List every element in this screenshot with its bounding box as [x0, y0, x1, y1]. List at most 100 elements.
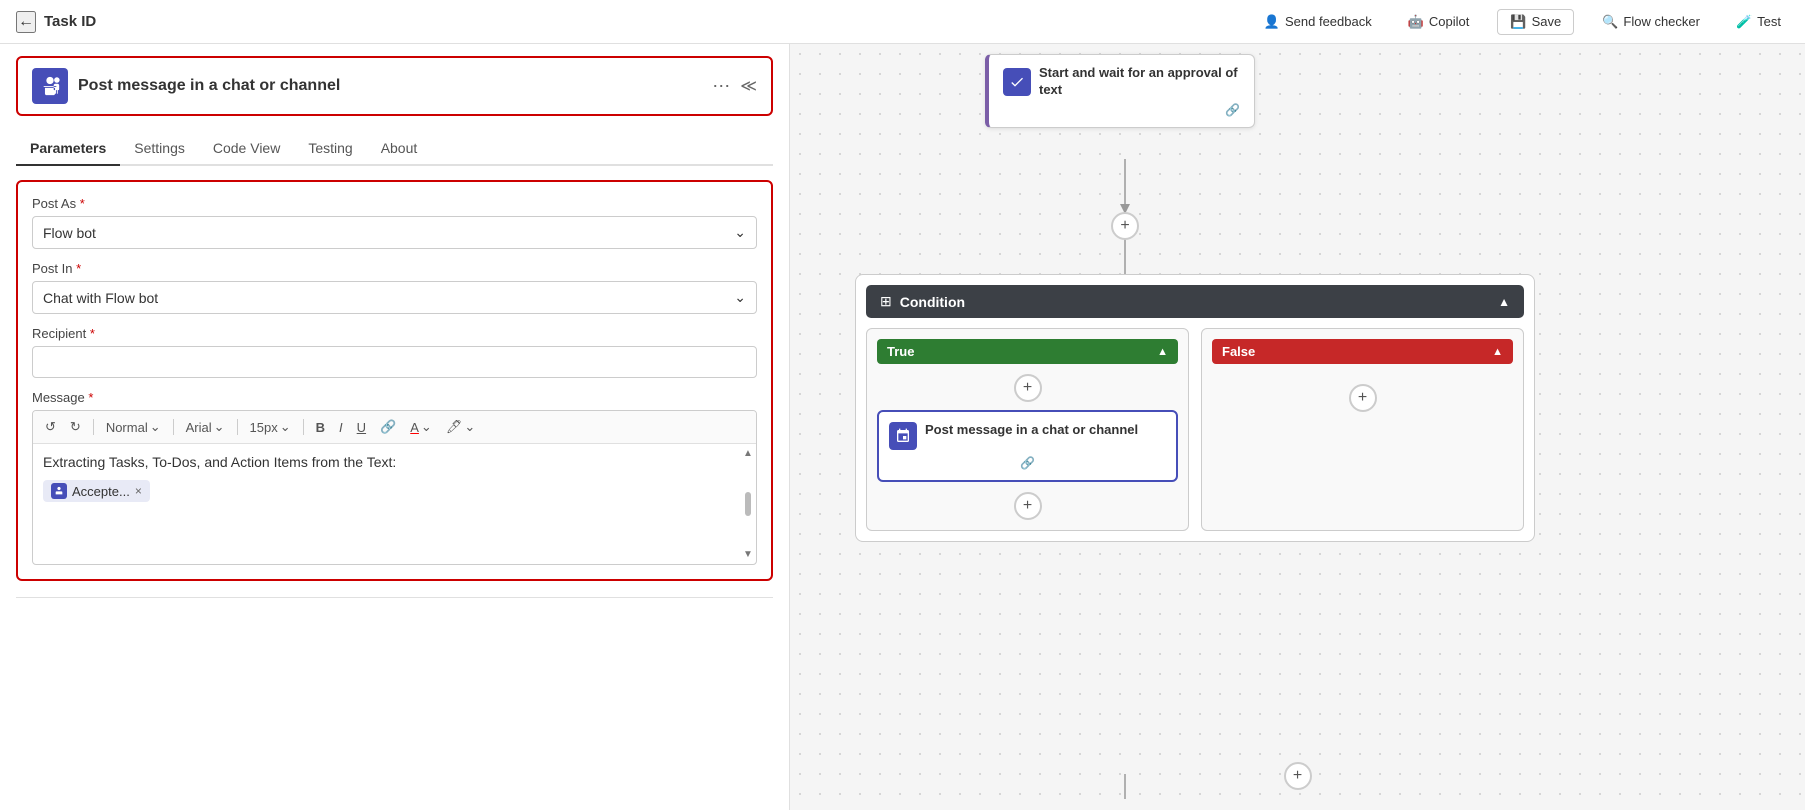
message-label: Message *	[32, 390, 757, 405]
italic-button[interactable]: I	[335, 418, 347, 437]
true-branch-add-below-wrapper: +	[877, 492, 1178, 520]
save-icon: 💾	[1510, 14, 1526, 30]
tab-codeview[interactable]: Code View	[199, 132, 294, 166]
action-header-left: Post message in a chat or channel	[32, 68, 340, 104]
top-bar: ← Task ID 👤 Send feedback 🤖 Copilot 💾 Sa…	[0, 0, 1805, 44]
scroll-down-arrow[interactable]: ▼	[743, 549, 753, 560]
tab-settings[interactable]: Settings	[120, 132, 199, 166]
test-icon: 🧪	[1736, 14, 1752, 30]
tab-testing[interactable]: Testing	[294, 132, 366, 166]
action-header: Post message in a chat or channel ⋯ ≪	[16, 56, 773, 116]
true-branch-add-wrapper: +	[877, 374, 1178, 402]
toolbar-separator-3	[237, 419, 238, 435]
condition-collapse-button[interactable]: ▲	[1498, 295, 1510, 309]
copilot-icon: 🤖	[1408, 14, 1424, 30]
recipient-label: Recipient *	[32, 326, 757, 341]
scroll-thumb	[745, 492, 751, 516]
condition-block: ⊞ Condition ▲ True ▲ +	[855, 274, 1535, 542]
post-as-select[interactable]: Flow bot ⌄	[32, 216, 757, 249]
recipient-input[interactable]	[32, 346, 757, 378]
true-branch-label: True	[887, 344, 914, 359]
approval-node-header: Start and wait for an approval of text	[1003, 65, 1240, 99]
editor-content-area[interactable]: Extracting Tasks, To-Dos, and Action Ite…	[33, 444, 756, 564]
collapse-button[interactable]: ≪	[740, 76, 757, 96]
post-in-label: Post In *	[32, 261, 757, 276]
format-normal-button[interactable]: Normal ⌄	[102, 417, 165, 437]
chevron-down-icon-5: ⌄	[280, 419, 291, 435]
post-message-node[interactable]: Post message in a chat or channel 🔗	[877, 410, 1178, 482]
test-button[interactable]: 🧪 Test	[1728, 10, 1789, 34]
more-options-button[interactable]: ⋯	[712, 76, 730, 97]
canvas-area[interactable]: Start and wait for an approval of text 🔗…	[790, 44, 1805, 810]
post-in-select[interactable]: Chat with Flow bot ⌄	[32, 281, 757, 314]
chevron-down-icon-3: ⌄	[150, 419, 161, 435]
post-message-content: Post message in a chat or channel	[889, 422, 1166, 450]
add-step-true-below-button[interactable]: +	[1014, 492, 1042, 520]
chip-teams-icon	[54, 486, 64, 496]
approval-node-title: Start and wait for an approval of text	[1039, 65, 1240, 99]
font-button[interactable]: Arial ⌄	[182, 417, 229, 437]
action-title: Post message in a chat or channel	[78, 77, 340, 95]
action-icon-box	[32, 68, 68, 104]
flow-checker-icon: 🔍	[1602, 14, 1618, 30]
bottom-divider	[16, 597, 773, 598]
tag-chip: Accepte... ×	[43, 480, 150, 502]
approval-icon	[1009, 74, 1025, 90]
false-branch-collapse[interactable]: ▲	[1492, 346, 1503, 358]
copilot-button[interactable]: 🤖 Copilot	[1400, 10, 1478, 34]
tag-chip-close-button[interactable]: ×	[135, 484, 142, 498]
link-button[interactable]: 🔗	[376, 417, 400, 437]
font-color-button[interactable]: A ⌄	[406, 417, 436, 437]
parameters-section: Post As * Flow bot ⌄ Post In * Chat with…	[16, 180, 773, 581]
back-button[interactable]: ←	[16, 11, 36, 33]
scroll-up-arrow[interactable]: ▲	[743, 448, 753, 459]
add-step-bottom-button[interactable]: +	[1284, 762, 1312, 790]
tabs: Parameters Settings Code View Testing Ab…	[16, 132, 773, 166]
left-panel: Post message in a chat or channel ⋯ ≪ Pa…	[0, 44, 790, 810]
save-button[interactable]: 💾 Save	[1497, 9, 1574, 35]
page-title: Task ID	[44, 13, 96, 30]
feedback-icon: 👤	[1264, 14, 1280, 30]
flow-checker-button[interactable]: 🔍 Flow checker	[1594, 10, 1708, 34]
condition-header-left: ⊞ Condition	[880, 293, 965, 310]
tab-parameters[interactable]: Parameters	[16, 132, 120, 166]
tab-about[interactable]: About	[367, 132, 432, 166]
chevron-down-icon-2: ⌄	[734, 289, 746, 306]
send-feedback-button[interactable]: 👤 Send feedback	[1256, 10, 1380, 34]
tag-chip-icon	[51, 483, 67, 499]
toolbar-separator-1	[93, 419, 94, 435]
font-size-button[interactable]: 15px ⌄	[246, 417, 295, 437]
scrollbar[interactable]: ▲ ▼	[744, 444, 752, 564]
redo-button[interactable]: ↻	[66, 417, 85, 437]
approval-icon-box	[1003, 68, 1031, 96]
undo-button[interactable]: ↺	[41, 417, 60, 437]
underline-button[interactable]: U	[353, 418, 370, 437]
branches: True ▲ +	[866, 328, 1524, 531]
post-as-required: *	[80, 196, 85, 211]
approval-node[interactable]: Start and wait for an approval of text 🔗	[985, 54, 1255, 128]
condition-title: Condition	[900, 294, 965, 310]
post-message-link-icon: 🔗	[889, 456, 1166, 470]
true-branch-collapse[interactable]: ▲	[1157, 346, 1168, 358]
add-step-false-button[interactable]: +	[1349, 384, 1377, 412]
post-in-required: *	[76, 261, 81, 276]
add-step-true-button[interactable]: +	[1014, 374, 1042, 402]
add-step-button-1[interactable]: +	[1111, 212, 1139, 240]
false-branch: False ▲ +	[1201, 328, 1524, 531]
chevron-down-icon-6: ⌄	[421, 419, 432, 435]
message-editor: ↺ ↻ Normal ⌄ Arial ⌄ 15px ⌄	[32, 410, 757, 565]
post-message-node-title: Post message in a chat or channel	[925, 422, 1138, 439]
true-branch: True ▲ +	[866, 328, 1189, 531]
top-bar-left: ← Task ID	[16, 11, 96, 33]
action-header-right: ⋯ ≪	[712, 76, 757, 97]
recipient-required: *	[90, 326, 95, 341]
false-branch-header: False ▲	[1212, 339, 1513, 364]
bold-button[interactable]: B	[312, 418, 329, 437]
right-panel: Start and wait for an approval of text 🔗…	[790, 44, 1805, 810]
chevron-down-icon: ⌄	[734, 224, 746, 241]
condition-icon: ⊞	[880, 293, 892, 310]
false-branch-add-wrapper: +	[1212, 384, 1513, 412]
highlight-button[interactable]: 🖊 ⌄	[442, 417, 479, 437]
editor-toolbar: ↺ ↻ Normal ⌄ Arial ⌄ 15px ⌄	[33, 411, 756, 444]
editor-text: Extracting Tasks, To-Dos, and Action Ite…	[43, 454, 746, 470]
